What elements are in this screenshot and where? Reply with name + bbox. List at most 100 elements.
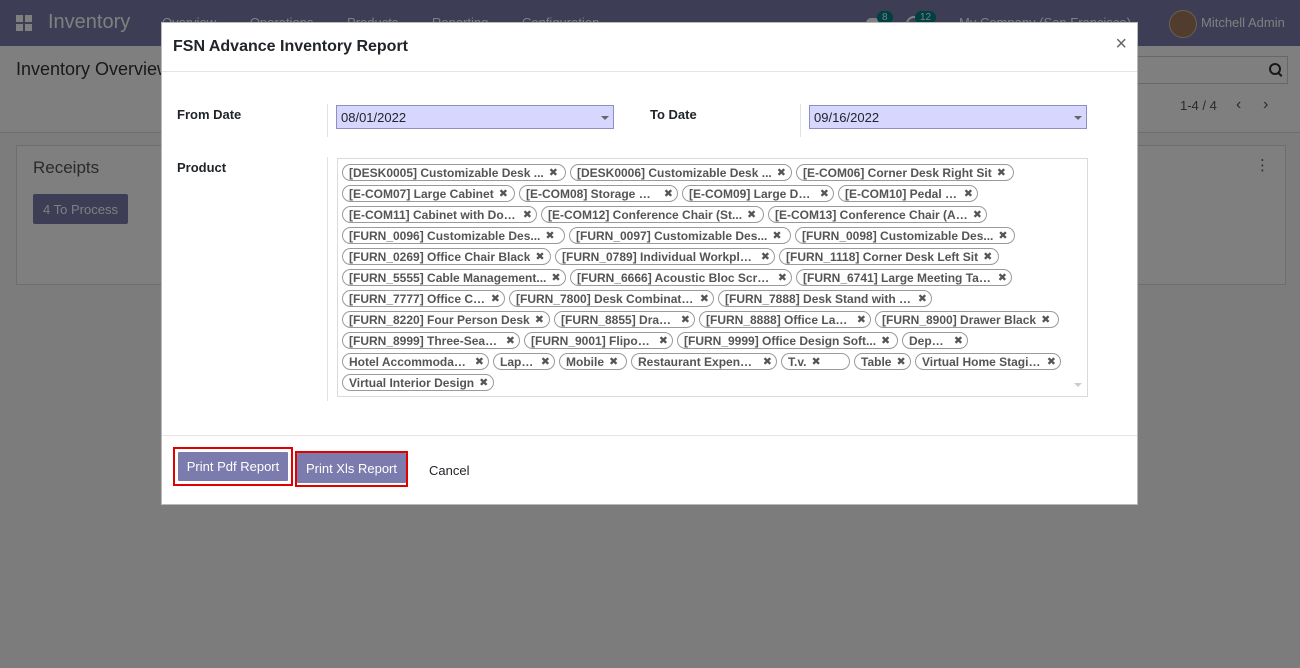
product-tag-label: [FURN_7800] Desk Combination xyxy=(516,291,695,306)
product-tag: [FURN_7800] Desk Combination ✖ xyxy=(509,290,714,307)
remove-tag-icon[interactable]: ✖ xyxy=(881,334,890,347)
remove-tag-icon[interactable]: ✖ xyxy=(954,334,963,347)
remove-tag-icon[interactable]: ✖ xyxy=(777,166,786,179)
from-date-value: 08/01/2022 xyxy=(341,110,407,125)
product-tag-label: [FURN_7777] Office Chair xyxy=(349,291,486,306)
product-tag: [FURN_1118] Corner Desk Left Sit ✖ xyxy=(779,248,999,265)
print-xls-button[interactable]: Print Xls Report xyxy=(297,453,406,483)
chevron-down-icon[interactable] xyxy=(601,116,609,120)
product-tag: [FURN_6666] Acoustic Bloc Scre... ✖ xyxy=(570,269,792,286)
chevron-down-icon[interactable] xyxy=(1074,383,1082,387)
product-tag-label: Virtual Interior Design xyxy=(349,375,475,390)
product-tag: [FURN_6741] Large Meeting Table ✖ xyxy=(796,269,1012,286)
product-tag: [E-COM08] Storage Box ✖ xyxy=(519,185,678,202)
remove-tag-icon[interactable]: ✖ xyxy=(964,187,973,200)
product-tag-label: [E-COM11] Cabinet with Doors xyxy=(349,207,518,222)
remove-tag-icon[interactable]: ✖ xyxy=(747,208,756,221)
product-tag: Hotel Accommodation ✖ xyxy=(342,353,489,370)
remove-tag-icon[interactable]: ✖ xyxy=(1047,355,1056,368)
remove-tag-icon[interactable]: ✖ xyxy=(535,250,544,263)
remove-tag-icon[interactable]: ✖ xyxy=(479,376,488,389)
product-tag: [E-COM06] Corner Desk Right Sit ✖ xyxy=(796,164,1014,181)
product-tag-label: [FURN_8999] Three-Seat Sofa xyxy=(349,333,501,348)
product-tag: [FURN_7888] Desk Stand with S... ✖ xyxy=(718,290,932,307)
report-dialog: FSN Advance Inventory Report × From Date… xyxy=(161,22,1138,505)
remove-tag-icon[interactable]: ✖ xyxy=(918,292,927,305)
remove-tag-icon[interactable]: ✖ xyxy=(700,292,709,305)
remove-tag-icon[interactable]: ✖ xyxy=(541,355,550,368)
remove-tag-icon[interactable]: ✖ xyxy=(1041,313,1050,326)
product-tag: [FURN_9999] Office Design Soft... ✖ xyxy=(677,332,898,349)
product-tag: Laptop ✖ xyxy=(493,353,555,370)
product-tag-label: Deposit xyxy=(909,333,949,348)
product-tag-label: [FURN_6666] Acoustic Bloc Scre... xyxy=(577,270,773,285)
product-tag-label: [E-COM08] Storage Box xyxy=(526,186,659,201)
remove-tag-icon[interactable]: ✖ xyxy=(659,334,668,347)
remove-tag-icon[interactable]: ✖ xyxy=(475,355,484,368)
product-tag: [FURN_0098] Customizable Des... ✖ xyxy=(795,227,1015,244)
remove-tag-icon[interactable]: ✖ xyxy=(761,250,770,263)
remove-tag-icon[interactable]: ✖ xyxy=(763,355,772,368)
product-tag: [FURN_7777] Office Chair ✖ xyxy=(342,290,505,307)
remove-tag-icon[interactable]: ✖ xyxy=(998,229,1007,242)
product-tag: [E-COM12] Conference Chair (St... ✖ xyxy=(541,206,764,223)
remove-tag-icon[interactable]: ✖ xyxy=(535,313,544,326)
close-icon[interactable]: × xyxy=(1115,33,1127,56)
remove-tag-icon[interactable]: ✖ xyxy=(811,355,820,368)
divider xyxy=(327,157,328,401)
remove-tag-icon[interactable]: ✖ xyxy=(491,292,500,305)
product-tag: [FURN_8888] Office Lamp ✖ xyxy=(699,311,871,328)
product-tag-label: [FURN_0269] Office Chair Black xyxy=(349,249,531,264)
product-tag-label: [FURN_8855] Drawer xyxy=(561,312,676,327)
chevron-down-icon[interactable] xyxy=(1074,116,1082,120)
from-date-field[interactable]: 08/01/2022 xyxy=(336,105,614,129)
remove-tag-icon[interactable]: ✖ xyxy=(983,250,992,263)
remove-tag-icon[interactable]: ✖ xyxy=(778,271,787,284)
product-tag: [DESK0005] Customizable Desk ... ✖ xyxy=(342,164,566,181)
product-tag: [E-COM09] Large Desk ✖ xyxy=(682,185,834,202)
remove-tag-icon[interactable]: ✖ xyxy=(820,187,829,200)
remove-tag-icon[interactable]: ✖ xyxy=(499,187,508,200)
product-tag: [E-COM07] Large Cabinet ✖ xyxy=(342,185,515,202)
remove-tag-icon[interactable]: ✖ xyxy=(857,313,866,326)
product-tag-label: [FURN_1118] Corner Desk Left Sit xyxy=(786,249,979,264)
remove-tag-icon[interactable]: ✖ xyxy=(551,271,560,284)
remove-tag-icon[interactable]: ✖ xyxy=(973,208,982,221)
product-tag-label: [E-COM06] Corner Desk Right Sit xyxy=(803,165,992,180)
product-tag: [FURN_0096] Customizable Des... ✖ xyxy=(342,227,565,244)
dialog-footer: Print Pdf Report Print Xls Report Cancel xyxy=(162,435,1137,505)
product-tag-label: [FURN_0098] Customizable Des... xyxy=(802,228,994,243)
to-date-field[interactable]: 09/16/2022 xyxy=(809,105,1087,129)
product-tag: [FURN_8220] Four Person Desk ✖ xyxy=(342,311,550,328)
remove-tag-icon[interactable]: ✖ xyxy=(609,355,618,368)
product-tag-label: [FURN_8220] Four Person Desk xyxy=(349,312,530,327)
print-pdf-button[interactable]: Print Pdf Report xyxy=(178,452,288,481)
remove-tag-icon[interactable]: ✖ xyxy=(772,229,781,242)
remove-tag-icon[interactable]: ✖ xyxy=(549,166,558,179)
product-tag-label: Laptop xyxy=(500,354,536,369)
remove-tag-icon[interactable]: ✖ xyxy=(545,229,554,242)
product-tag-label: Restaurant Expenses xyxy=(638,354,758,369)
product-tag-label: Virtual Home Staging xyxy=(922,354,1042,369)
product-tag: [FURN_0789] Individual Workplace ✖ xyxy=(555,248,775,265)
product-tag: Virtual Home Staging ✖ xyxy=(915,353,1061,370)
remove-tag-icon[interactable]: ✖ xyxy=(896,355,905,368)
remove-tag-icon[interactable]: ✖ xyxy=(681,313,690,326)
dialog-header: FSN Advance Inventory Report × xyxy=(162,23,1137,72)
product-tag-label: Table xyxy=(861,354,892,369)
product-tags: [DESK0005] Customizable Desk ... ✖ [DESK00… xyxy=(342,162,1083,393)
product-tag: [FURN_5555] Cable Management... ✖ xyxy=(342,269,566,286)
remove-tag-icon[interactable]: ✖ xyxy=(506,334,515,347)
remove-tag-icon[interactable]: ✖ xyxy=(523,208,532,221)
product-tag: [DESK0006] Customizable Desk ... ✖ xyxy=(570,164,792,181)
product-label: Product xyxy=(177,160,227,175)
cancel-button[interactable]: Cancel xyxy=(423,462,475,479)
product-tag: Virtual Interior Design ✖ xyxy=(342,374,494,391)
remove-tag-icon[interactable]: ✖ xyxy=(997,166,1006,179)
product-tag-label: [FURN_6741] Large Meeting Table xyxy=(803,270,993,285)
remove-tag-icon[interactable]: ✖ xyxy=(998,271,1007,284)
remove-tag-icon[interactable]: ✖ xyxy=(664,187,673,200)
product-tag-label: [DESK0005] Customizable Desk ... xyxy=(349,165,544,180)
product-many2many-field[interactable]: [DESK0005] Customizable Desk ... ✖ [DESK00… xyxy=(337,158,1088,397)
product-tag-label: [E-COM09] Large Desk xyxy=(689,186,815,201)
